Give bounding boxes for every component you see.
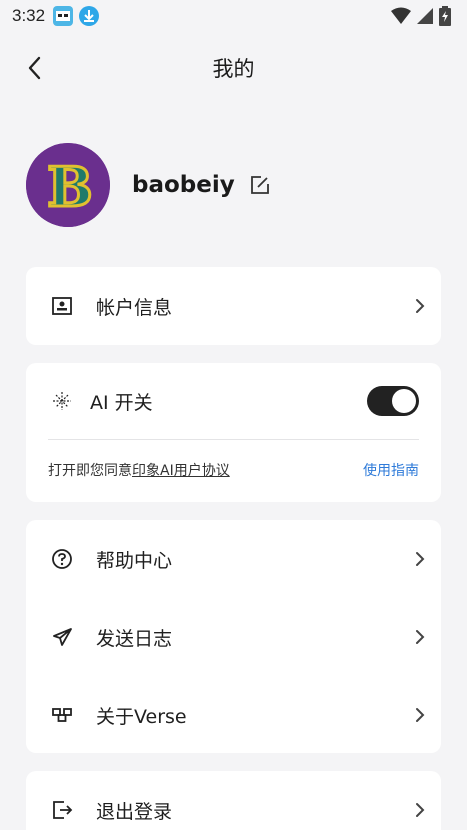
edit-profile-button[interactable] [249,174,271,196]
account-card-icon [50,294,74,318]
ai-toggle-row: AI 开关 [26,363,441,439]
chevron-right-icon [416,630,425,644]
help-circle-icon [50,547,74,571]
about-verse-row[interactable]: 关于Verse [26,676,441,754]
status-time: 3:32 [12,6,46,25]
usage-guide-link[interactable]: 使用指南 [363,460,419,480]
avatar[interactable]: B [26,143,110,227]
chevron-right-icon [416,552,425,566]
edit-icon [250,176,269,194]
ai-card: AI 开关 打开即您同意 印象AI用户协议 使用指南 [26,363,441,502]
ai-agreement-footer: 打开即您同意 印象AI用户协议 使用指南 [26,440,441,500]
toggle-knob [392,389,416,413]
header: 我的 [0,44,467,92]
avatar-image: B [26,143,110,227]
help-center-label: 帮助中心 [96,549,173,572]
sparkle-icon [50,389,74,413]
chevron-right-icon [416,299,425,313]
username: baobeiy [132,172,235,198]
account-card: 帐户信息 [26,267,441,345]
account-info-label: 帐户信息 [96,296,173,319]
menu-card: 帮助中心 发送日志 关于Verse [26,520,441,753]
send-log-row[interactable]: 发送日志 [26,598,441,676]
chevron-right-icon [416,803,425,817]
profile-section: B baobeiy [26,142,271,228]
status-bar: 3:32 [0,0,467,32]
app-notification-icon [53,6,74,26]
logout-label: 退出登录 [96,800,173,823]
agreement-prefix: 打开即您同意 [48,463,132,479]
chevron-left-icon [28,56,41,80]
logout-icon [50,798,74,822]
logout-card: 退出登录 [26,771,441,830]
avatar-letter: B [47,155,93,219]
download-notification-icon [79,6,100,26]
signal-icon [417,8,433,24]
chevron-right-icon [416,708,425,722]
send-icon [50,625,74,649]
status-right [391,6,451,26]
verse-logo-icon [50,703,74,727]
ai-agreement-link[interactable]: 印象AI用户协议 [132,460,230,480]
about-verse-label: 关于Verse [96,705,187,728]
ai-toggle-label: AI 开关 [90,391,153,414]
help-center-row[interactable]: 帮助中心 [26,520,441,598]
back-button[interactable] [22,54,50,82]
ai-toggle-switch[interactable] [367,386,419,416]
account-info-row[interactable]: 帐户信息 [26,267,441,345]
page-title: 我的 [212,57,255,81]
send-log-label: 发送日志 [96,627,173,650]
battery-icon [439,6,451,26]
logout-row[interactable]: 退出登录 [26,771,441,830]
wifi-icon [391,7,411,24]
